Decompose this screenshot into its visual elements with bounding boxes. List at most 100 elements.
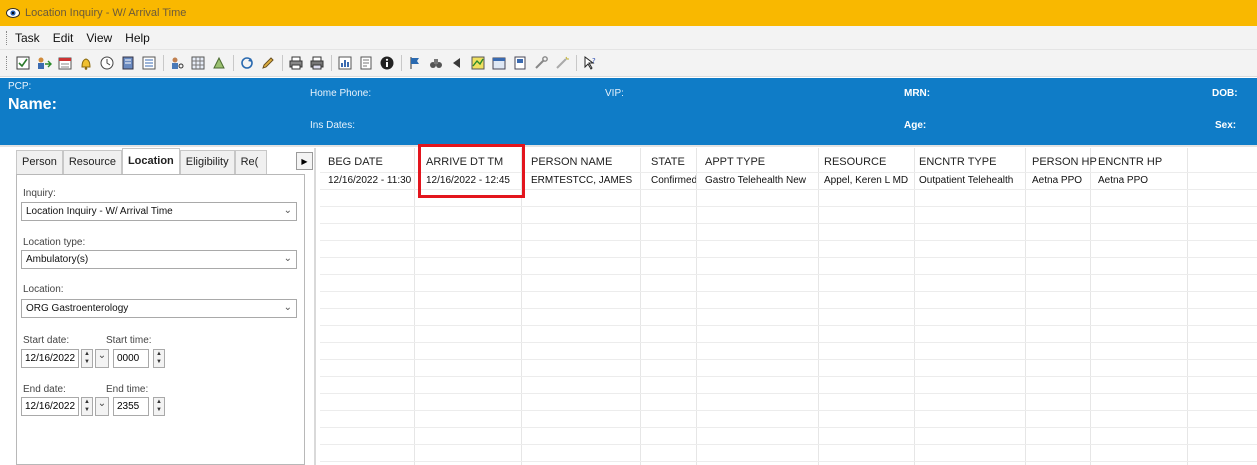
help-arrow-icon[interactable]: ?	[582, 55, 598, 71]
start-date-dropdown[interactable]: ⌄	[95, 349, 109, 368]
binoculars-icon[interactable]	[428, 55, 444, 71]
person-transfer-icon[interactable]	[36, 55, 52, 71]
search-person-icon[interactable]	[169, 55, 185, 71]
end-date-spinner[interactable]: ▲ ▼	[81, 397, 93, 416]
start-time-field[interactable]: 0000	[113, 349, 149, 368]
inquiry-select-value: Location Inquiry - W/ Arrival Time	[26, 206, 173, 217]
inquiry-select[interactable]: Location Inquiry - W/ Arrival Time ⌄	[21, 202, 297, 221]
back-icon[interactable]	[449, 55, 465, 71]
patient-banner: PCP: Name: Home Phone: Ins Dates: VIP: M…	[0, 78, 1257, 145]
grid-row-divider	[320, 359, 1257, 360]
tab-truncated[interactable]: Re(	[234, 150, 267, 174]
column-header-beg-date[interactable]: BEG DATE	[328, 156, 383, 168]
column-header-encntr-type[interactable]: ENCNTR TYPE	[919, 156, 996, 168]
checkbox-icon[interactable]	[15, 55, 31, 71]
grid-row-divider	[320, 325, 1257, 326]
end-time-field[interactable]: 2355	[113, 397, 149, 416]
grid-col-divider	[414, 148, 415, 465]
tab-scroll-right-button[interactable]: ▶	[296, 152, 313, 170]
end-date-label: End date:	[23, 384, 66, 395]
column-header-resource[interactable]: RESOURCE	[824, 156, 886, 168]
document-icon[interactable]	[512, 55, 528, 71]
age-label: Age:	[904, 120, 927, 131]
end-time-label: End time:	[106, 384, 149, 395]
pencil-icon[interactable]	[260, 55, 276, 71]
toolbar-separator	[282, 55, 283, 71]
inquiry-form: Inquiry: Location Inquiry - W/ Arrival T…	[16, 174, 305, 465]
table-cell-encntr-hp[interactable]: Aetna PPO	[1098, 175, 1187, 186]
app-eye-icon	[6, 8, 20, 18]
printer2-icon[interactable]	[309, 55, 325, 71]
tab-person[interactable]: Person	[16, 150, 63, 174]
start-date-field[interactable]: 12/16/2022	[21, 349, 79, 368]
toolbar-separator	[331, 55, 332, 71]
grid-row-divider	[320, 223, 1257, 224]
grid-icon[interactable]	[190, 55, 206, 71]
bell-icon[interactable]	[78, 55, 94, 71]
menu-edit[interactable]: Edit	[53, 31, 74, 45]
clock-icon[interactable]	[99, 55, 115, 71]
toolbar-separator	[401, 55, 402, 71]
wand-icon[interactable]	[554, 55, 570, 71]
table-cell-appt-type[interactable]: Gastro Telehealth New	[705, 175, 818, 186]
pane-splitter[interactable]	[314, 148, 316, 465]
end-date-dropdown[interactable]: ⌄	[95, 397, 109, 416]
book-icon[interactable]	[120, 55, 136, 71]
table-cell-encntr-type[interactable]: Outpatient Telehealth	[919, 175, 1025, 186]
menu-help[interactable]: Help	[125, 31, 150, 45]
tab-eligibility[interactable]: Eligibility	[179, 150, 235, 174]
column-header-person-hp[interactable]: PERSON HP	[1032, 156, 1097, 168]
note-icon[interactable]	[358, 55, 374, 71]
end-time-spinner[interactable]: ▲ ▼	[153, 397, 165, 416]
table-cell-beg-date[interactable]: 12/16/2022 - 11:30	[328, 175, 414, 186]
toolbar-separator	[163, 55, 164, 71]
menu-view[interactable]: View	[86, 31, 112, 45]
window-title: Location Inquiry - W/ Arrival Time	[25, 7, 187, 19]
calendar-icon[interactable]	[57, 55, 73, 71]
menu-task[interactable]: Task	[15, 31, 40, 45]
chevron-down-icon: ⌄	[283, 302, 292, 313]
toolbar: ?	[0, 50, 1257, 77]
refresh-icon[interactable]	[239, 55, 255, 71]
grid-row-divider	[320, 427, 1257, 428]
location-type-select[interactable]: Ambulatory(s) ⌄	[21, 250, 297, 269]
column-header-appt-type[interactable]: APPT TYPE	[705, 156, 765, 168]
column-header-encntr-hp[interactable]: ENCNTR HP	[1098, 156, 1162, 168]
grid-row-divider	[320, 376, 1257, 377]
grid-row-divider	[320, 308, 1257, 309]
printer-icon[interactable]	[288, 55, 304, 71]
tools-icon[interactable]	[533, 55, 549, 71]
inquiry-tabs: Person Resource Location Eligibility Re(	[16, 148, 267, 174]
end-date-field[interactable]: 12/16/2022	[21, 397, 79, 416]
start-time-spinner[interactable]: ▲ ▼	[153, 349, 165, 368]
table-cell-resource[interactable]: Appel, Keren L MD	[824, 175, 914, 186]
toolbar-separator	[233, 55, 234, 71]
grid-row-divider	[320, 410, 1257, 411]
menu-grip	[6, 30, 9, 45]
grid-col-divider	[640, 148, 641, 465]
chart-icon[interactable]	[337, 55, 353, 71]
info-icon[interactable]	[379, 55, 395, 71]
grid-row-divider	[320, 274, 1257, 275]
column-header-state[interactable]: STATE	[651, 156, 685, 168]
table-cell-person-name[interactable]: ERMTESTCC, JAMES	[531, 175, 639, 186]
toolbar-separator	[576, 55, 577, 71]
calendar2-icon[interactable]	[491, 55, 507, 71]
window-titlebar: Location Inquiry - W/ Arrival Time	[0, 0, 1257, 26]
chevron-down-icon: ⌄	[283, 253, 292, 264]
flag-icon[interactable]	[407, 55, 423, 71]
grid-row-divider	[320, 291, 1257, 292]
start-date-spinner[interactable]: ▲ ▼	[81, 349, 93, 368]
tab-location[interactable]: Location	[121, 148, 180, 174]
map-icon[interactable]	[470, 55, 486, 71]
list-icon[interactable]	[141, 55, 157, 71]
tab-resource[interactable]: Resource	[62, 150, 122, 174]
home-phone-label: Home Phone:	[310, 88, 372, 99]
grid-row-divider	[320, 206, 1257, 207]
request-icon[interactable]	[211, 55, 227, 71]
start-time-label: Start time:	[106, 335, 152, 346]
table-cell-state[interactable]: Confirmed	[651, 175, 696, 186]
location-select[interactable]: ORG Gastroenterology ⌄	[21, 299, 297, 318]
table-cell-person-hp[interactable]: Aetna PPO	[1032, 175, 1090, 186]
column-header-person-name[interactable]: PERSON NAME	[531, 156, 612, 168]
